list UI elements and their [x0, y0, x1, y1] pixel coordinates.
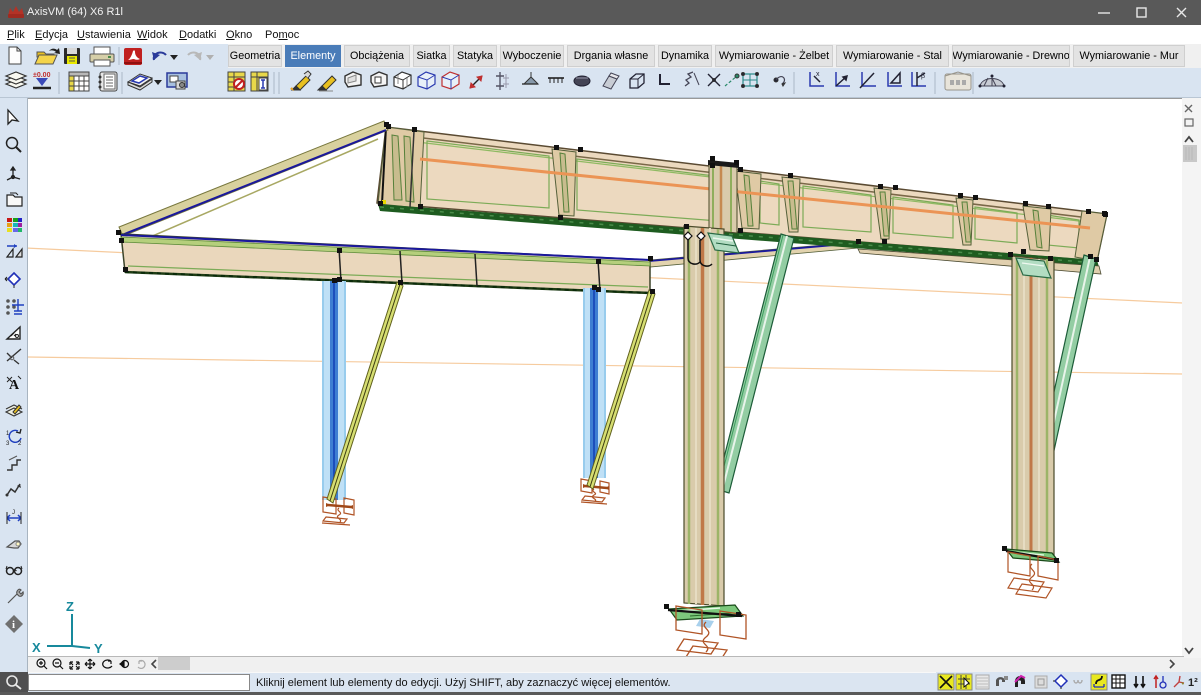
svg-text:J: J [12, 510, 15, 516]
svg-text:2: 2 [18, 441, 22, 447]
svg-text:i: i [12, 619, 15, 631]
svg-text:Z: Z [66, 599, 74, 614]
svg-text:1²: 1² [1188, 677, 1198, 689]
svg-text:x: x [816, 71, 820, 78]
svg-text:Y: Y [94, 641, 103, 656]
svg-text:±0.00: ±0.00 [33, 72, 51, 79]
svg-text:3: 3 [6, 441, 10, 447]
svg-text:β: β [921, 73, 925, 80]
svg-text:X: X [32, 640, 41, 655]
